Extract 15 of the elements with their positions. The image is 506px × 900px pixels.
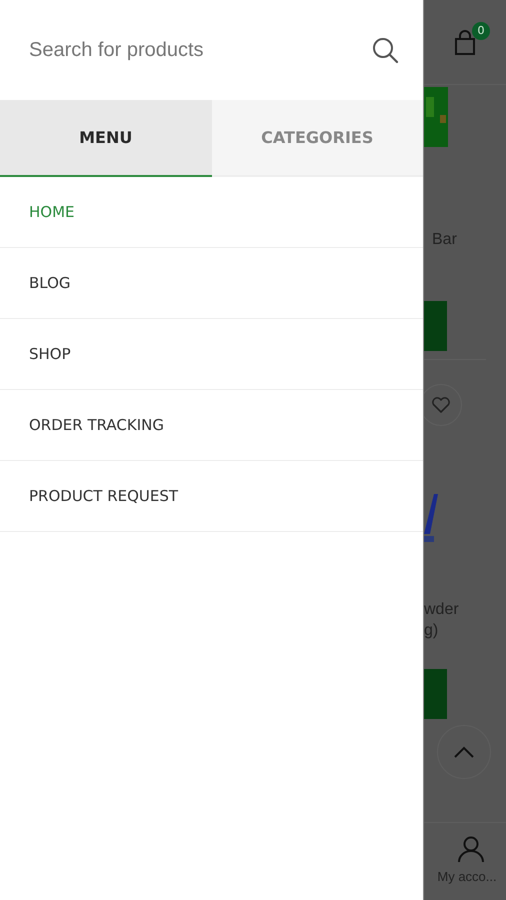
- menu-item[interactable]: SHOP: [29, 345, 71, 363]
- wishlist-button[interactable]: [424, 384, 462, 426]
- shopping-bag-icon[interactable]: [454, 30, 478, 56]
- tab[interactable]: MENU: [0, 100, 212, 177]
- heart-icon[interactable]: [431, 396, 451, 414]
- search-field[interactable]: Search for products: [29, 38, 371, 62]
- menu-item[interactable]: HOME: [29, 203, 75, 221]
- scroll-to-top-button[interactable]: [437, 725, 491, 779]
- menu-item[interactable]: PRODUCT REQUEST: [29, 487, 178, 505]
- search-icon[interactable]: [371, 36, 399, 64]
- user-icon[interactable]: [457, 835, 485, 863]
- menu-item[interactable]: ORDER TRACKING: [29, 416, 164, 434]
- menu-item[interactable]: BLOG: [29, 274, 71, 292]
- cart-count-badge: 0: [472, 22, 490, 40]
- chevron-up-icon[interactable]: [453, 745, 475, 759]
